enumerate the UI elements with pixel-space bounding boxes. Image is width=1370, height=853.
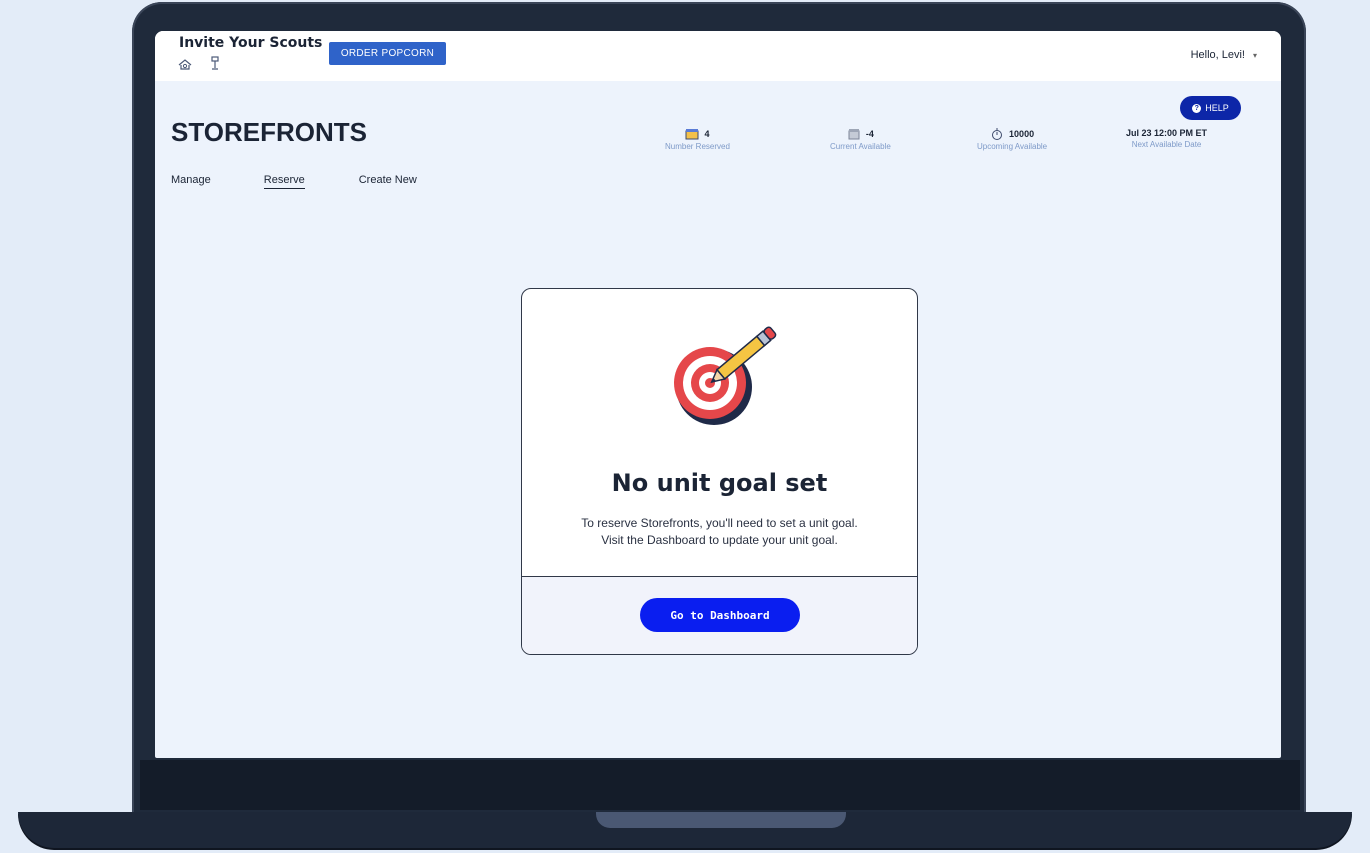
stat-label: Number Reserved bbox=[665, 142, 730, 151]
card-message-line1: To reserve Storefronts, you'll need to s… bbox=[581, 516, 858, 530]
stat-label: Current Available bbox=[830, 142, 891, 151]
app-screen: Invite Your Scouts ORDER POPCORN Hello, … bbox=[155, 31, 1281, 758]
question-icon: ? bbox=[1192, 103, 1202, 113]
storefront-nav: Manage Reserve Create New bbox=[171, 174, 417, 189]
chevron-down-icon: ▾ bbox=[1252, 50, 1257, 60]
brand-icons bbox=[177, 55, 223, 71]
laptop-notch bbox=[596, 812, 846, 828]
eye-icon[interactable] bbox=[177, 55, 193, 71]
brand-title: Invite Your Scouts bbox=[179, 35, 323, 51]
top-bar: Invite Your Scouts ORDER POPCORN Hello, … bbox=[155, 31, 1281, 81]
help-button[interactable]: ? HELP bbox=[1180, 96, 1241, 120]
stat-label: Next Available Date bbox=[1131, 140, 1202, 149]
tab-create-new[interactable]: Create New bbox=[359, 174, 417, 189]
help-label: HELP bbox=[1205, 103, 1229, 113]
user-menu[interactable]: Hello, Levi! ▾ bbox=[1191, 49, 1257, 61]
stat-next-available-date: Jul 23 12:00 PM ET Next Available Date bbox=[1126, 128, 1207, 149]
stat-number-reserved: 4 Number Reserved bbox=[665, 128, 730, 151]
stat-value: Jul 23 12:00 PM ET bbox=[1126, 128, 1208, 138]
trophy-icon[interactable] bbox=[207, 55, 223, 71]
go-to-dashboard-button[interactable]: Go to Dashboard bbox=[640, 598, 800, 632]
stat-value: 4 bbox=[704, 129, 710, 139]
card-message-line2: Visit the Dashboard to update your unit … bbox=[601, 533, 838, 547]
page-title: STOREFRONTS bbox=[171, 117, 367, 147]
stat-current-available: -4 Current Available bbox=[830, 128, 891, 151]
order-popcorn-button[interactable]: ORDER POPCORN bbox=[329, 42, 446, 65]
card-footer: Go to Dashboard bbox=[522, 576, 917, 654]
card-title: No unit goal set bbox=[611, 469, 828, 497]
store-available-icon bbox=[847, 128, 861, 140]
card-message: To reserve Storefronts, you'll need to s… bbox=[522, 515, 917, 549]
laptop-bezel bbox=[140, 760, 1300, 810]
stat-value: 10000 bbox=[1009, 129, 1035, 139]
stat-label: Upcoming Available bbox=[977, 142, 1048, 151]
tab-reserve[interactable]: Reserve bbox=[263, 174, 305, 189]
storefront-icon bbox=[685, 128, 699, 140]
tab-manage[interactable]: Manage bbox=[171, 174, 211, 189]
stat-value: -4 bbox=[865, 129, 874, 139]
target-pencil-illustration bbox=[644, 317, 804, 427]
stopwatch-icon bbox=[990, 128, 1004, 140]
greeting-text: Hello, Levi! bbox=[1190, 49, 1245, 61]
stat-upcoming-available: 10000 Upcoming Available bbox=[977, 128, 1047, 151]
no-goal-card: No unit goal set To reserve Storefronts,… bbox=[521, 288, 918, 655]
